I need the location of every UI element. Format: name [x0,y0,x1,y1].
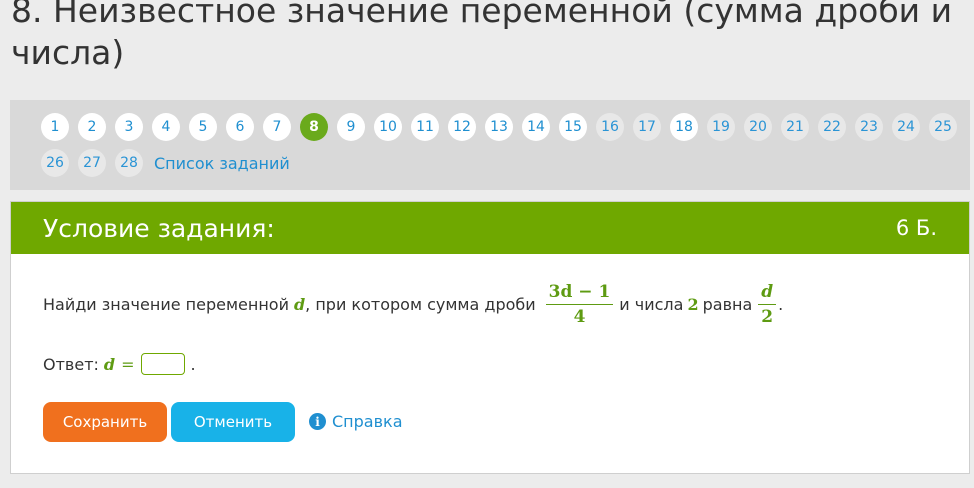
answer-label: Ответ: [43,354,99,374]
question-part1: Найди значение переменной [43,295,289,314]
page-number-3[interactable]: 3 [115,113,143,141]
answer-row: Ответ: d = . [43,353,196,375]
page-number-27[interactable]: 27 [78,149,106,177]
fraction-1-numerator: 3d − 1 [548,282,611,302]
info-icon: i [309,413,326,430]
page-number-15[interactable]: 15 [559,113,587,141]
page-number-22[interactable]: 22 [818,113,846,141]
page-number-13[interactable]: 13 [485,113,513,141]
question-number: 2 [687,295,699,314]
page-number-12[interactable]: 12 [448,113,476,141]
task-list-link[interactable]: Список заданий [154,154,290,173]
page-number-28[interactable]: 28 [115,149,143,177]
help-link[interactable]: i Справка [309,412,403,431]
question-variable: d [293,295,306,314]
page-number-25[interactable]: 25 [929,113,957,141]
page-number-list: 1 2 3 4 5 6 7 8 9 10 11 12 13 14 15 16 17 18 19 20 21 22 23 24 2… [41,113,961,177]
page-number-2[interactable]: 2 [78,113,106,141]
page-number-4[interactable]: 4 [152,113,180,141]
page-number-26[interactable]: 26 [41,149,69,177]
page-number-18[interactable]: 18 [670,113,698,141]
answer-end: . [190,354,196,374]
page-number-16[interactable]: 16 [596,113,624,141]
page-number-20[interactable]: 20 [744,113,772,141]
page-number-8[interactable]: 8 [300,113,328,141]
question-end: . [778,295,784,314]
page-number-1[interactable]: 1 [41,113,69,141]
page-number-19[interactable]: 19 [707,113,735,141]
page-number-5[interactable]: 5 [189,113,217,141]
page-number-17[interactable]: 17 [633,113,661,141]
page-title: 8. Неизвестное значение переменной (сумм… [11,0,953,72]
page-number-24[interactable]: 24 [892,113,920,141]
fraction-1-bar [545,304,614,305]
task-card: Условие задания: 6 Б. Найди значение пер… [10,201,970,474]
page-number-6[interactable]: 6 [226,113,254,141]
answer-equals: = [121,354,135,374]
save-button[interactable]: Сохранить [43,402,167,442]
fraction-2-denominator: 2 [761,307,774,327]
fraction-1-denominator: 4 [573,307,586,327]
page-number-7[interactable]: 7 [263,113,291,141]
page-number-23[interactable]: 23 [855,113,883,141]
page-number-11[interactable]: 11 [411,113,439,141]
question-part2: , при котором сумма дроби [305,295,536,314]
answer-variable: d [103,354,116,374]
fraction-2-bar [758,304,777,305]
question-part4: равна [702,295,753,314]
help-label: Справка [332,412,403,431]
task-header-title: Условие задания: [43,214,275,243]
cancel-button[interactable]: Отменить [171,402,295,442]
answer-input[interactable] [140,353,185,375]
task-header: Условие задания: 6 Б. [11,202,969,254]
fraction-1: 3d − 1 4 [545,282,614,327]
fraction-2: d 2 [758,282,777,327]
page-number-14[interactable]: 14 [522,113,550,141]
task-navigation: 1 2 3 4 5 6 7 8 9 10 11 12 13 14 15 16 17 18 19 20 21 22 23 24 2… [10,100,970,190]
question-text: Найди значение переменной d , при которо… [43,282,783,327]
fraction-2-numerator: d [761,282,774,302]
page-number-9[interactable]: 9 [337,113,365,141]
task-points: 6 Б. [895,216,937,240]
page-number-21[interactable]: 21 [781,113,809,141]
question-part3: и числа [619,295,684,314]
page-number-10[interactable]: 10 [374,113,402,141]
